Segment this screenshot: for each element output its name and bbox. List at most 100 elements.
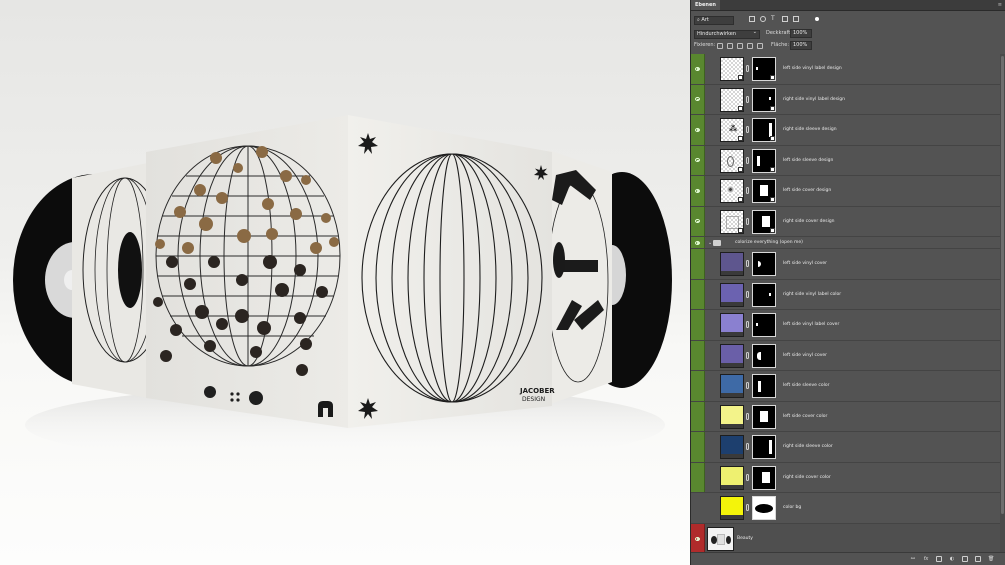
visibility-toggle[interactable]: [691, 249, 705, 279]
mockup-canvas[interactable]: m JACOBER DESIGN: [0, 0, 690, 565]
layer-row[interactable]: left side vinyl label cover: [691, 310, 1000, 341]
mask-link-icon[interactable]: [746, 65, 749, 72]
add-mask-icon[interactable]: [936, 556, 942, 562]
scrollbar-thumb[interactable]: [1001, 56, 1004, 514]
fill-thumbnail[interactable]: [720, 404, 744, 429]
filter-toggle[interactable]: [815, 17, 819, 21]
visibility-toggle[interactable]: [691, 279, 705, 309]
visibility-toggle[interactable]: [691, 340, 705, 370]
visibility-toggle[interactable]: [691, 371, 705, 401]
layers-tab[interactable]: Ebenen: [691, 0, 720, 10]
fill-thumbnail[interactable]: [720, 374, 744, 398]
shape-filter-icon[interactable]: [782, 16, 788, 22]
layer-mask-thumbnail[interactable]: [752, 374, 776, 398]
layer-row[interactable]: color bg: [691, 493, 1000, 524]
mask-link-icon[interactable]: [746, 156, 749, 164]
fill-thumbnail[interactable]: [720, 435, 744, 459]
mask-link-icon[interactable]: [746, 412, 749, 420]
mask-link-icon[interactable]: [746, 504, 749, 511]
adjustment-layer-icon[interactable]: ◐: [949, 556, 955, 562]
fill-field[interactable]: 100%: [790, 41, 812, 50]
layer-mask-thumbnail[interactable]: [752, 313, 776, 337]
layer-mask-thumbnail[interactable]: [752, 404, 776, 429]
layer-mask-thumbnail[interactable]: [752, 57, 776, 81]
visibility-toggle[interactable]: [691, 54, 705, 84]
mask-link-icon[interactable]: [746, 321, 749, 328]
visibility-toggle[interactable]: [691, 237, 705, 248]
pixel-filter-icon[interactable]: [749, 16, 755, 22]
layer-row[interactable]: left side cover design: [691, 176, 1000, 207]
layer-row[interactable]: right side vinyl label color: [691, 279, 1000, 310]
visibility-toggle[interactable]: [691, 176, 705, 206]
layer-row[interactable]: left side vinyl cover: [691, 340, 1000, 371]
mask-link-icon[interactable]: [746, 382, 749, 389]
layer-mask-thumbnail[interactable]: [752, 282, 776, 307]
layer-row-background[interactable]: Beauty: [691, 523, 1000, 553]
group-row[interactable]: ⌄ colorize everything (open me): [691, 237, 1000, 249]
layer-row[interactable]: right side vinyl label design: [691, 84, 1000, 115]
adjustment-filter-icon[interactable]: [760, 16, 766, 22]
mask-link-icon[interactable]: [746, 260, 749, 267]
fill-thumbnail[interactable]: [720, 496, 744, 520]
new-group-icon[interactable]: [962, 556, 968, 562]
mask-link-icon[interactable]: [746, 351, 749, 359]
layer-mask-thumbnail[interactable]: [752, 435, 776, 459]
filter-kind-select[interactable]: ⌕ Art: [694, 16, 734, 25]
mask-link-icon[interactable]: [746, 217, 749, 225]
link-layers-icon[interactable]: ⚯: [910, 556, 916, 562]
layer-row[interactable]: left side sleeve design: [691, 145, 1000, 176]
fill-thumbnail[interactable]: [720, 252, 744, 276]
visibility-toggle[interactable]: [691, 493, 705, 523]
mask-link-icon[interactable]: [746, 95, 749, 103]
visibility-toggle[interactable]: [691, 84, 705, 114]
layer-mask-thumbnail[interactable]: [752, 209, 776, 234]
type-filter-icon[interactable]: T: [771, 16, 777, 22]
visibility-toggle[interactable]: [691, 523, 705, 553]
fx-icon[interactable]: fx: [923, 556, 929, 562]
visibility-toggle[interactable]: [691, 310, 705, 340]
blend-mode-select[interactable]: Hindurchwirken: [694, 29, 760, 39]
layer-row[interactable]: right side cover design: [691, 206, 1000, 237]
panel-menu-icon[interactable]: ≡: [998, 2, 1002, 8]
mask-link-icon[interactable]: [746, 473, 749, 481]
layer-row[interactable]: left side vinyl cover: [691, 249, 1000, 280]
mask-link-icon[interactable]: [746, 126, 749, 133]
expand-chevron-icon[interactable]: ⌄: [708, 240, 712, 246]
layer-row[interactable]: left side sleeve color: [691, 371, 1000, 402]
layer-row[interactable]: ⁂ right side sleeve design: [691, 115, 1000, 146]
fill-thumbnail[interactable]: [720, 343, 744, 368]
layer-mask-thumbnail[interactable]: [752, 343, 776, 368]
lock-transparency-icon[interactable]: [717, 43, 723, 49]
layer-mask-thumbnail[interactable]: [752, 252, 776, 276]
opacity-field[interactable]: 100%: [790, 29, 812, 38]
layer-mask-thumbnail[interactable]: [752, 465, 776, 490]
visibility-toggle[interactable]: [691, 462, 705, 492]
lock-artboard-icon[interactable]: [747, 43, 753, 49]
layer-mask-thumbnail[interactable]: [752, 496, 776, 520]
layer-mask-thumbnail[interactable]: [752, 179, 776, 203]
visibility-toggle[interactable]: [691, 206, 705, 236]
fill-thumbnail[interactable]: [720, 313, 744, 337]
lock-all-icon[interactable]: [757, 43, 763, 49]
layer-mask-thumbnail[interactable]: [752, 87, 776, 112]
layer-row[interactable]: right side sleeve color: [691, 432, 1000, 463]
smart-object-filter-icon[interactable]: [793, 16, 799, 22]
layer-mask-thumbnail[interactable]: [752, 148, 776, 173]
lock-position-icon[interactable]: [737, 43, 743, 49]
visibility-toggle[interactable]: [691, 432, 705, 462]
visibility-toggle[interactable]: [691, 401, 705, 431]
mask-link-icon[interactable]: [746, 290, 749, 298]
delete-layer-icon[interactable]: 🗑: [988, 556, 994, 562]
layer-row[interactable]: left side vinyl label design: [691, 54, 1000, 85]
fill-thumbnail[interactable]: [720, 465, 744, 490]
layer-mask-thumbnail[interactable]: [752, 118, 776, 142]
visibility-toggle[interactable]: [691, 145, 705, 175]
layer-row[interactable]: right side cover color: [691, 462, 1000, 493]
new-layer-icon[interactable]: [975, 556, 981, 562]
layer-row[interactable]: left side cover color: [691, 401, 1000, 432]
mask-link-icon[interactable]: [746, 443, 749, 450]
fill-thumbnail[interactable]: [720, 282, 744, 307]
visibility-toggle[interactable]: [691, 115, 705, 145]
lock-pixels-icon[interactable]: [727, 43, 733, 49]
mask-link-icon[interactable]: [746, 187, 749, 194]
